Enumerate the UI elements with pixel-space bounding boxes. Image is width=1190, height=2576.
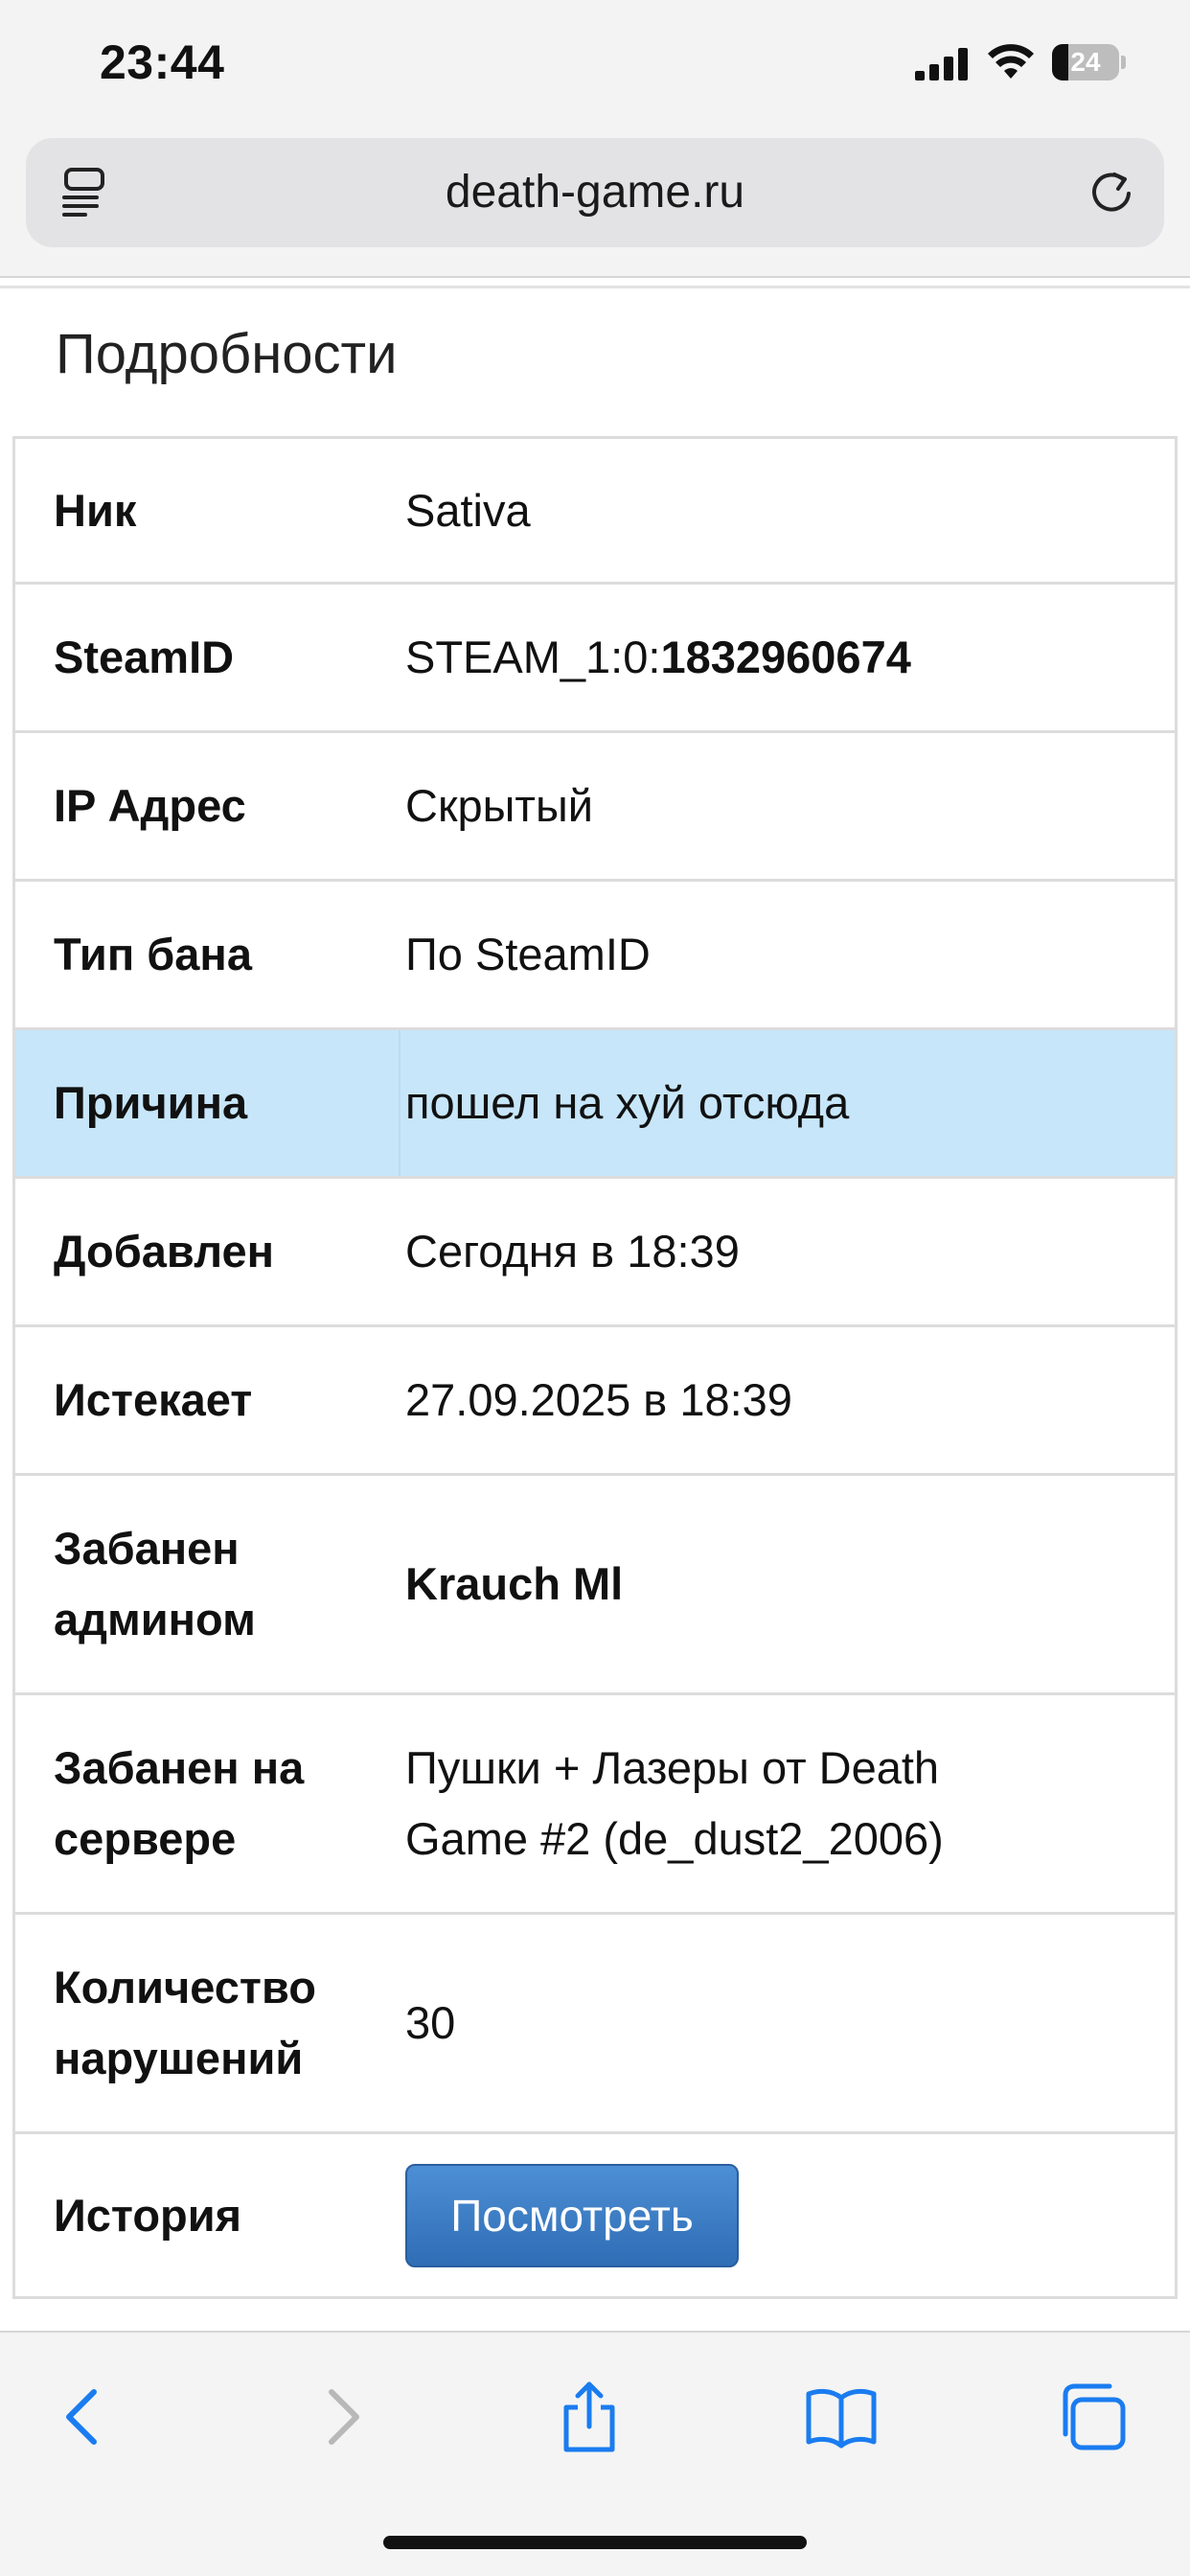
violations-label: Количество нарушений [15, 1952, 400, 2094]
nick-label: Ник [54, 484, 137, 536]
battery-body: 24 [1052, 44, 1119, 80]
history-label: История [54, 2189, 242, 2241]
table-row-nick: Ник Sativa [15, 439, 1175, 585]
violations-value: 30 [405, 1997, 456, 2048]
url-text[interactable]: death-game.ru [26, 138, 1164, 247]
table-row-server: Забанен на сервере Пушки + Лазеры от Dea… [15, 1695, 1175, 1915]
table-row-added: Добавлен Сегодня в 18:39 [15, 1179, 1175, 1327]
section-title: Подробности [56, 323, 398, 385]
forward-icon[interactable] [303, 2379, 379, 2455]
cellular-signal-icon [915, 48, 968, 80]
server-value-line1: Пушки + Лазеры от Death [405, 1742, 940, 1793]
reason-value: пошел на хуй отсюда [405, 1077, 850, 1128]
table-row-reason: Причина пошел на хуй отсюда [15, 1030, 1175, 1179]
added-value: Сегодня в 18:39 [405, 1226, 740, 1276]
admin-label-line2: админом [54, 1594, 256, 1644]
status-time: 23:44 [100, 35, 225, 89]
violations-label-line2: нарушений [54, 2033, 304, 2083]
page: 23:44 24 death-game.ru Подробности Ник S… [0, 0, 1190, 2576]
view-history-button[interactable]: Посмотреть [405, 2163, 739, 2267]
table-row-admin: Забанен админом Krauch Ml [15, 1476, 1175, 1695]
table-row-history: История Посмотреть [15, 2134, 1175, 2299]
history-value: Посмотреть [400, 2163, 1175, 2267]
steamid-prefix: STEAM_1:0: [405, 632, 661, 682]
added-label: Добавлен [54, 1226, 274, 1276]
admin-label: Забанен админом [15, 1513, 400, 1655]
back-icon[interactable] [46, 2379, 123, 2455]
ban-type-value: По SteamID [405, 929, 651, 979]
table-row-ban-type: Тип бана По SteamID [15, 882, 1175, 1030]
wifi-icon [988, 44, 1034, 79]
table-row-steamid: SteamID STEAM_1:0:1832960674 [15, 585, 1175, 733]
steamid-value: STEAM_1:0:1832960674 [400, 622, 1175, 693]
table-row-expires: Истекает 27.09.2025 в 18:39 [15, 1327, 1175, 1476]
share-icon[interactable] [551, 2379, 628, 2455]
steamid-number: 1832960674 [660, 632, 911, 682]
server-value: Пушки + Лазеры от Death Game #2 (de_dust… [400, 1733, 1175, 1874]
tabs-icon[interactable] [1054, 2379, 1131, 2455]
ban-details-table: Ник Sativa SteamID STEAM_1:0:1832960674 … [12, 436, 1178, 2299]
reload-icon[interactable] [1087, 169, 1135, 217]
nick-value: Sativa [405, 484, 531, 536]
steamid-label: SteamID [54, 632, 235, 682]
home-indicator [383, 2536, 807, 2549]
violations-label-line1: Количество [54, 1962, 316, 2012]
admin-value: Krauch Ml [405, 1558, 624, 1609]
status-bar: 23:44 24 [0, 0, 1190, 134]
web-content-top-border [0, 286, 1190, 288]
battery-cap [1121, 56, 1126, 69]
bookmarks-icon[interactable] [803, 2379, 880, 2455]
browser-address-bar: death-game.ru [0, 134, 1190, 278]
table-row-ip: IP Адрес Скрытый [15, 733, 1175, 882]
admin-label-line1: Забанен [54, 1523, 240, 1574]
ip-label: IP Адрес [54, 780, 246, 831]
reason-label: Причина [15, 1030, 400, 1176]
expires-label: Истекает [54, 1374, 253, 1425]
reader-icon[interactable] [60, 167, 110, 218]
server-label-line1: Забанен на [54, 1742, 305, 1793]
server-label-line2: сервере [54, 1813, 237, 1864]
battery-icon: 24 [1052, 44, 1127, 80]
battery-level: 24 [1070, 47, 1101, 77]
table-row-violations: Количество нарушений 30 [15, 1915, 1175, 2134]
server-value-line2: Game #2 (de_dust2_2006) [405, 1813, 944, 1864]
url-field[interactable]: death-game.ru [26, 138, 1164, 247]
expires-value: 27.09.2025 в 18:39 [405, 1374, 792, 1425]
ban-type-label: Тип бана [54, 929, 252, 979]
server-label: Забанен на сервере [15, 1733, 400, 1874]
ip-value: Скрытый [405, 780, 593, 831]
